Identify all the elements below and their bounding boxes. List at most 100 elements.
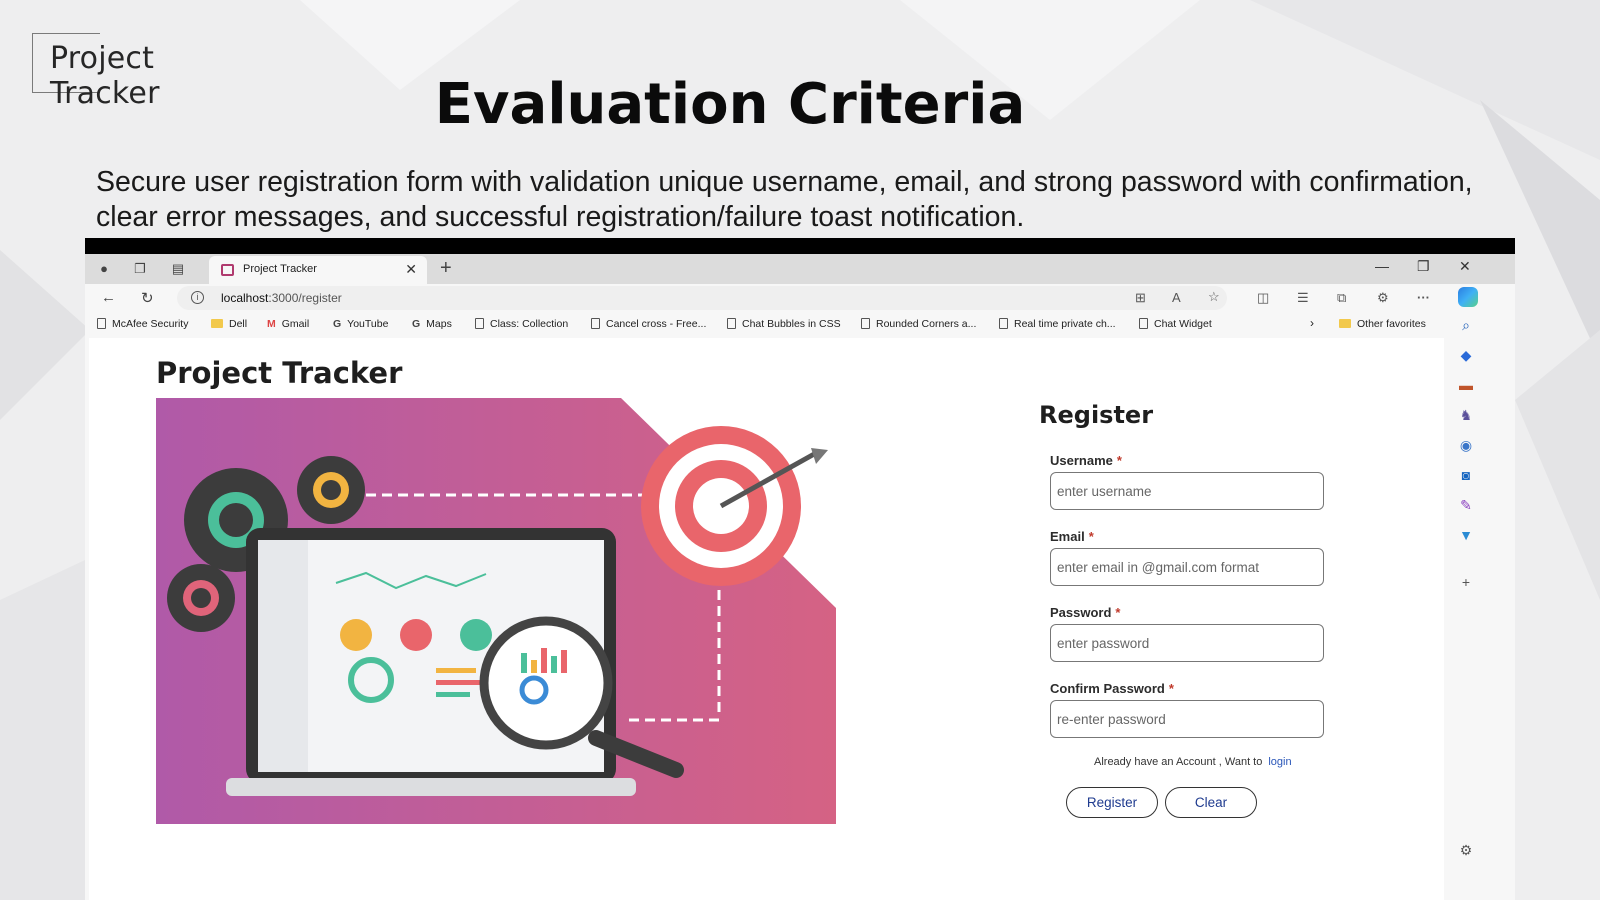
favorite-item[interactable]: G Maps — [412, 318, 452, 330]
briefcase-icon[interactable]: ▬ — [1457, 377, 1475, 393]
favorite-label: McAfee Security — [112, 318, 189, 330]
page-icon — [1139, 318, 1148, 329]
login-prompt: Already have an Account , Want to login — [1094, 756, 1292, 768]
url-field[interactable]: i localhost:3000/register ⊞ A ☆ — [177, 286, 1227, 310]
tab-close-icon[interactable]: ✕ — [405, 261, 417, 278]
required-marker: * — [1168, 681, 1174, 696]
favorite-item[interactable]: Real time private ch... — [999, 318, 1116, 330]
login-prompt-text: Already have an Account , Want to — [1094, 756, 1263, 768]
apps-icon[interactable]: ⊞ — [1135, 290, 1146, 306]
url-host: localhost — [221, 291, 269, 305]
favorite-star-icon[interactable]: ☆ — [1208, 289, 1220, 305]
folder-icon — [211, 319, 223, 328]
page-icon — [591, 318, 600, 329]
username-input[interactable] — [1050, 472, 1324, 510]
confirm-password-label: Confirm Password * — [1050, 681, 1174, 696]
favorite-item[interactable]: G YouTube — [333, 318, 388, 330]
tab-bar: ● ❐ ▤ Project Tracker ✕ + — ❐ ✕ — [85, 254, 1515, 284]
other-favorites[interactable]: Other favorites — [1339, 318, 1426, 330]
settings-icon[interactable]: ⚙ — [1457, 842, 1475, 858]
favorite-label: Maps — [426, 318, 452, 330]
confirm-password-input[interactable] — [1050, 700, 1324, 738]
form-title: Register — [1039, 401, 1154, 429]
extensions-icon[interactable]: ⚙ — [1377, 290, 1389, 306]
other-favorites-label: Other favorites — [1357, 318, 1426, 330]
profile-icon[interactable]: ● — [95, 260, 113, 278]
refresh-icon[interactable]: ↻ — [141, 289, 154, 307]
more-menu-icon[interactable]: ··· — [1417, 290, 1430, 305]
site-info-icon[interactable]: i — [191, 291, 204, 304]
confirm-password-label-text: Confirm Password — [1050, 681, 1165, 696]
google-icon: G — [333, 318, 342, 330]
screenshot-frame: ● ❐ ▤ Project Tracker ✕ + — ❐ ✕ ← ↻ i lo… — [85, 238, 1515, 900]
favorites-overflow-icon[interactable]: › — [1310, 316, 1314, 330]
favorite-item[interactable]: Cancel cross - Free... — [591, 318, 706, 330]
collections-icon[interactable]: ⧉ — [1337, 290, 1346, 306]
favorite-item[interactable]: Chat Widget — [1139, 318, 1212, 330]
register-button[interactable]: Register — [1066, 787, 1158, 818]
username-label-text: Username — [1050, 453, 1113, 468]
search-icon[interactable]: ⌕ — [1457, 317, 1475, 333]
required-marker: * — [1116, 453, 1122, 468]
office-icon[interactable]: ◉ — [1457, 437, 1475, 453]
site-brand: Project Tracker — [156, 356, 403, 390]
favorite-label: Cancel cross - Free... — [606, 318, 707, 330]
favorites-icon[interactable]: ☰ — [1297, 290, 1309, 306]
tag-icon[interactable]: ◆ — [1457, 347, 1475, 363]
workspaces-icon[interactable]: ❐ — [131, 260, 149, 278]
restore-icon[interactable]: ❐ — [1417, 258, 1430, 275]
favorites-bar: McAfee Security Dell M Gmail G YouTube G Ma… — [85, 312, 1515, 336]
slide-title: Evaluation Criteria — [434, 72, 1026, 137]
slide-description: Secure user registration form with valid… — [96, 166, 1473, 233]
favorite-item[interactable]: M Gmail — [267, 318, 309, 330]
games-icon[interactable]: ♞ — [1457, 407, 1475, 423]
favorite-item[interactable]: Chat Bubbles in CSS — [727, 318, 841, 330]
page-icon — [727, 318, 736, 329]
window-close-icon[interactable]: ✕ — [1459, 258, 1471, 275]
browser-window: ● ❐ ▤ Project Tracker ✕ + — ❐ ✕ ← ↻ i lo… — [85, 254, 1515, 900]
password-input[interactable] — [1050, 624, 1324, 662]
email-label: Email * — [1050, 529, 1094, 544]
favorite-label: Dell — [229, 318, 248, 330]
favorite-item[interactable]: Class: Collection — [475, 318, 568, 330]
favorite-label: YouTube — [347, 318, 389, 330]
favorite-item[interactable]: Dell — [211, 318, 247, 330]
required-marker: * — [1115, 605, 1121, 620]
back-icon[interactable]: ← — [101, 289, 116, 306]
email-label-text: Email — [1050, 529, 1085, 544]
folder-icon — [1339, 319, 1351, 328]
web-page: Project Tracker Register Username * ente… — [89, 338, 1444, 900]
page-icon — [861, 318, 870, 329]
password-label: Password * — [1050, 605, 1120, 620]
address-bar: ← ↻ i localhost:3000/register ⊞ A ☆ ◫ ☰ … — [85, 284, 1515, 312]
tab-favicon-icon — [221, 264, 234, 276]
google-icon: G — [412, 318, 421, 330]
split-screen-icon[interactable]: ◫ — [1257, 290, 1269, 306]
new-tab-icon[interactable]: + — [440, 257, 452, 280]
add-icon[interactable]: + — [1457, 574, 1475, 590]
username-label: Username * — [1050, 453, 1122, 468]
drop-icon[interactable]: ▼ — [1457, 527, 1475, 543]
required-marker: * — [1088, 529, 1094, 544]
minimize-icon[interactable]: — — [1375, 258, 1389, 274]
email-input[interactable] — [1050, 548, 1324, 586]
favorite-label: Chat Widget — [1154, 318, 1212, 330]
hero-illustration — [156, 398, 836, 824]
page-icon — [475, 318, 484, 329]
copilot-icon[interactable] — [1458, 287, 1478, 307]
clear-button[interactable]: Clear — [1165, 787, 1257, 818]
favorite-item[interactable]: Rounded Corners a... — [861, 318, 976, 330]
browser-sidebar: ⌕ ◆ ▬ ♞ ◉ ◙ ✎ ▼ + ⚙ — [1445, 312, 1515, 900]
tab-title: Project Tracker — [243, 263, 317, 275]
designer-icon[interactable]: ✎ — [1457, 497, 1475, 513]
page-icon — [97, 318, 106, 329]
outlook-icon[interactable]: ◙ — [1457, 467, 1475, 483]
read-aloud-icon[interactable]: A — [1172, 290, 1181, 305]
favorite-label: Gmail — [281, 318, 310, 330]
url-path: :3000/register — [268, 291, 342, 305]
browser-tab[interactable]: Project Tracker ✕ — [209, 256, 427, 284]
url-text: localhost:3000/register — [221, 291, 342, 305]
tab-actions-icon[interactable]: ▤ — [169, 260, 187, 278]
favorite-item[interactable]: McAfee Security — [97, 318, 188, 330]
login-link[interactable]: login — [1268, 756, 1291, 768]
